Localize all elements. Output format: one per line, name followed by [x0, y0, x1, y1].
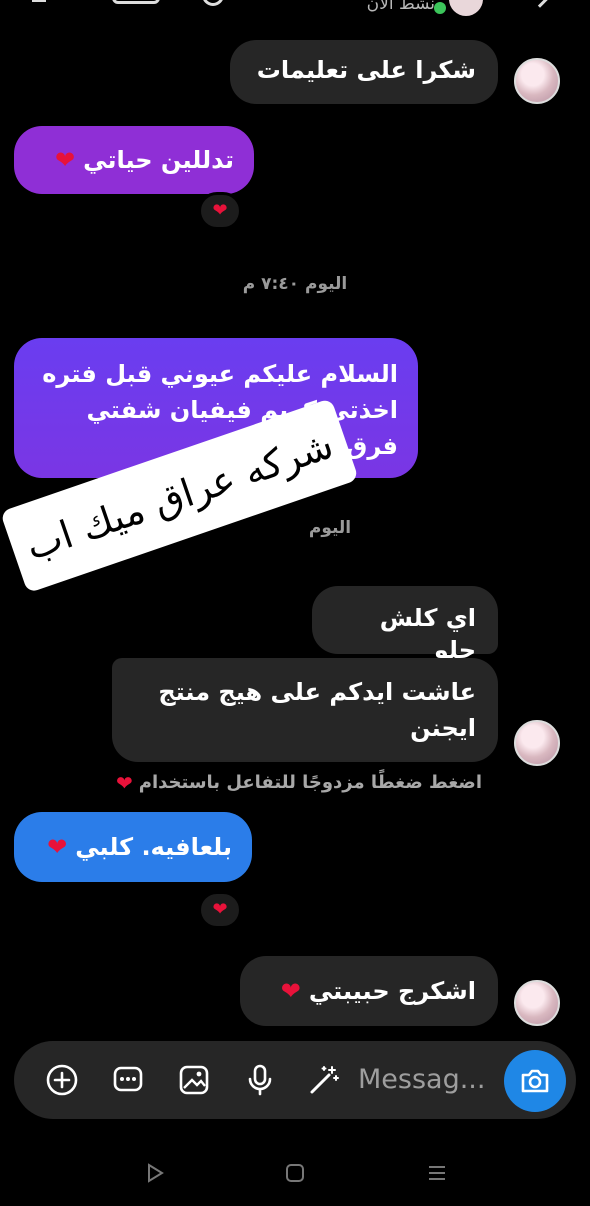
message-text: اشكرج حبيبتي: [308, 977, 476, 1005]
sender-avatar[interactable]: [514, 980, 560, 1026]
active-status-text: نشط الآن: [366, 0, 435, 14]
microphone-icon[interactable]: [242, 1062, 278, 1098]
reaction-badge[interactable]: ❤: [198, 891, 242, 929]
online-status-dot: [434, 2, 446, 14]
menu-icon[interactable]: [32, 0, 46, 2]
back-arrow-icon[interactable]: [527, 0, 553, 8]
received-message[interactable]: اي كلش حلو: [312, 586, 498, 664]
system-nav-bar: [0, 1140, 590, 1206]
phone-call-icon[interactable]: [202, 0, 224, 6]
message-text: شكرا على تعليمات: [256, 56, 476, 84]
camera-icon: [521, 1069, 549, 1093]
message-text: اي كلش حلو: [379, 604, 476, 664]
magic-wand-icon[interactable]: [306, 1062, 342, 1098]
timestamp: اليوم: [308, 518, 352, 538]
gallery-icon[interactable]: [176, 1062, 212, 1098]
camera-button[interactable]: [504, 1050, 566, 1112]
heart-icon: ❤: [212, 899, 228, 920]
message-text: بلعافيه. كلبي: [75, 833, 232, 861]
sender-avatar[interactable]: [514, 58, 560, 104]
heart-emoji: ❤: [47, 833, 68, 861]
message-text: عاشت ايدكم على هيج منتج ايجنن: [158, 678, 476, 742]
sender-avatar[interactable]: [514, 720, 560, 766]
back-nav-icon[interactable]: [140, 1158, 170, 1188]
sent-message[interactable]: تدللين حياتي ❤: [14, 126, 254, 194]
received-message[interactable]: اشكرج حبيبتي ❤: [240, 956, 498, 1026]
received-message[interactable]: عاشت ايدكم على هيج منتج ايجنن: [112, 658, 498, 762]
message-input[interactable]: Messag...: [358, 1064, 485, 1095]
received-message[interactable]: شكرا على تعليمات: [230, 40, 498, 104]
hint-text: اضغط ضغطًا مزدوجًا للتفاعل باستخدام: [138, 772, 482, 793]
sent-message[interactable]: بلعافيه. كلبي ❤: [14, 812, 252, 882]
reaction-badge[interactable]: ❤: [198, 192, 242, 230]
chat-header: نشط الآن: [0, 0, 590, 22]
heart-emoji: ❤: [280, 977, 301, 1005]
home-nav-icon[interactable]: [280, 1158, 310, 1188]
double-tap-hint: اضغط ضغطًا مزدوجًا للتفاعل باستخدام ❤: [72, 772, 482, 793]
video-call-icon[interactable]: [112, 0, 160, 4]
heart-emoji: ❤: [55, 146, 76, 174]
heart-icon: ❤: [212, 200, 228, 221]
header-avatar[interactable]: [449, 0, 483, 16]
heart-icon: ❤: [115, 770, 133, 795]
recents-nav-icon[interactable]: [422, 1158, 452, 1188]
plus-circle-icon[interactable]: [44, 1062, 80, 1098]
message-text: تدللين حياتي: [83, 146, 234, 174]
message-composer: Messag...: [14, 1041, 576, 1119]
timestamp: اليوم ٧:٤٠ م: [242, 274, 348, 294]
chat-sticker-icon[interactable]: [110, 1062, 146, 1098]
